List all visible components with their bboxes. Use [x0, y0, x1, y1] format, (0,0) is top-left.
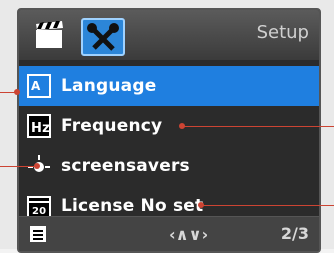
menu-item-label: License No set [61, 196, 204, 216]
setup-menu: A Language Hz Frequency screensavers 20 … [19, 66, 319, 226]
tools-icon [87, 23, 119, 51]
menu-item-label: Language [61, 76, 157, 96]
calendar-icon: 20 [27, 194, 51, 218]
menu-item-label: screensavers [61, 156, 190, 176]
tab-setup[interactable] [81, 18, 125, 56]
menu-item-label: Frequency [61, 116, 163, 136]
status-bar: ‹∧∨› 2/3 [19, 216, 319, 251]
hz-icon: Hz [27, 114, 51, 138]
svg-text:Hz: Hz [31, 121, 50, 136]
callout-line-right-2 [201, 205, 334, 206]
menu-item-screensavers[interactable]: screensavers [19, 146, 319, 186]
callout-dot-left-1 [14, 89, 20, 95]
camera-screen: Setup A Language Hz Frequency screensave… [17, 8, 321, 253]
page-title: Setup [256, 22, 309, 43]
tab-video[interactable] [31, 18, 71, 52]
svg-text:A: A [31, 79, 41, 93]
callout-line-right-1 [182, 126, 334, 127]
callout-dot-left-2 [34, 163, 40, 169]
callout-line-left-2 [0, 166, 38, 167]
clapperboard-icon [36, 21, 63, 48]
device-frame: Setup A Language Hz Frequency screensave… [0, 0, 334, 253]
callout-dot-right-1 [179, 123, 185, 129]
callout-dot-right-2 [198, 202, 204, 208]
page-indicator: 2/3 [280, 224, 309, 243]
navigation-arrows[interactable]: ‹∧∨› [169, 225, 208, 244]
menu-item-language[interactable]: A Language [19, 66, 319, 106]
menu-page-icon[interactable] [29, 225, 47, 247]
tab-bar: Setup [19, 10, 319, 60]
language-icon: A [27, 74, 51, 98]
